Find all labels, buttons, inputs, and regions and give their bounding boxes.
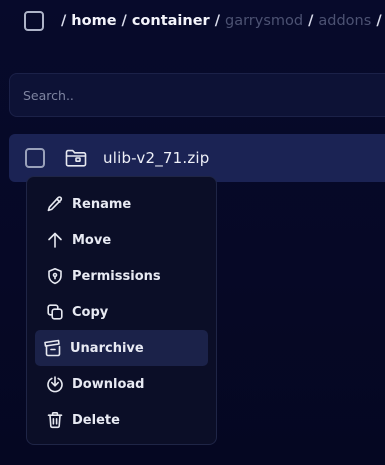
search-input[interactable] [23, 87, 385, 103]
breadcrumb-separator: / [308, 13, 314, 29]
shield-icon [45, 266, 65, 286]
file-manager-page: / home / container / garrysmod / addons … [0, 0, 385, 465]
menu-item-unarchive[interactable]: Unarchive [35, 330, 208, 366]
menu-item-copy[interactable]: Copy [35, 294, 208, 330]
menu-label: Rename [72, 196, 132, 212]
menu-item-move[interactable]: Move [35, 222, 208, 258]
breadcrumb: / home / container / garrysmod / addons … [61, 13, 385, 29]
unarchive-icon [43, 338, 63, 358]
breadcrumb-garrysmod[interactable]: garrysmod [225, 13, 303, 29]
menu-item-download[interactable]: Download [35, 366, 208, 402]
menu-label: Delete [72, 412, 120, 428]
copy-icon [45, 302, 65, 322]
folder-archive-icon [65, 148, 87, 168]
breadcrumb-home[interactable]: home [71, 13, 116, 29]
breadcrumb-separator: / [121, 13, 127, 29]
breadcrumb-separator: / [61, 13, 67, 29]
menu-item-delete[interactable]: Delete [35, 402, 208, 438]
menu-label: Move [72, 232, 112, 248]
trash-icon [45, 410, 65, 430]
breadcrumb-separator: / [376, 13, 382, 29]
file-checkbox[interactable] [25, 148, 45, 168]
file-name[interactable]: ulib-v2_71.zip [103, 149, 210, 167]
menu-label: Download [72, 376, 145, 392]
context-menu: Rename Move Permissions Copy Unarchive D… [26, 176, 217, 445]
menu-item-permissions[interactable]: Permissions [35, 258, 208, 294]
menu-label: Unarchive [70, 340, 144, 356]
select-all-checkbox[interactable] [24, 11, 44, 31]
download-icon [45, 374, 65, 394]
menu-label: Permissions [72, 268, 161, 284]
menu-label: Copy [72, 304, 109, 320]
breadcrumb-container[interactable]: container [132, 13, 210, 29]
search-box [9, 73, 385, 117]
breadcrumb-addons[interactable]: addons [318, 13, 371, 29]
arrow-up-icon [45, 230, 65, 250]
menu-item-rename[interactable]: Rename [35, 186, 208, 222]
pencil-icon [45, 194, 65, 214]
file-row[interactable]: ulib-v2_71.zip [9, 134, 385, 182]
header-bar: / home / container / garrysmod / addons … [24, 10, 385, 32]
breadcrumb-separator: / [214, 13, 220, 29]
